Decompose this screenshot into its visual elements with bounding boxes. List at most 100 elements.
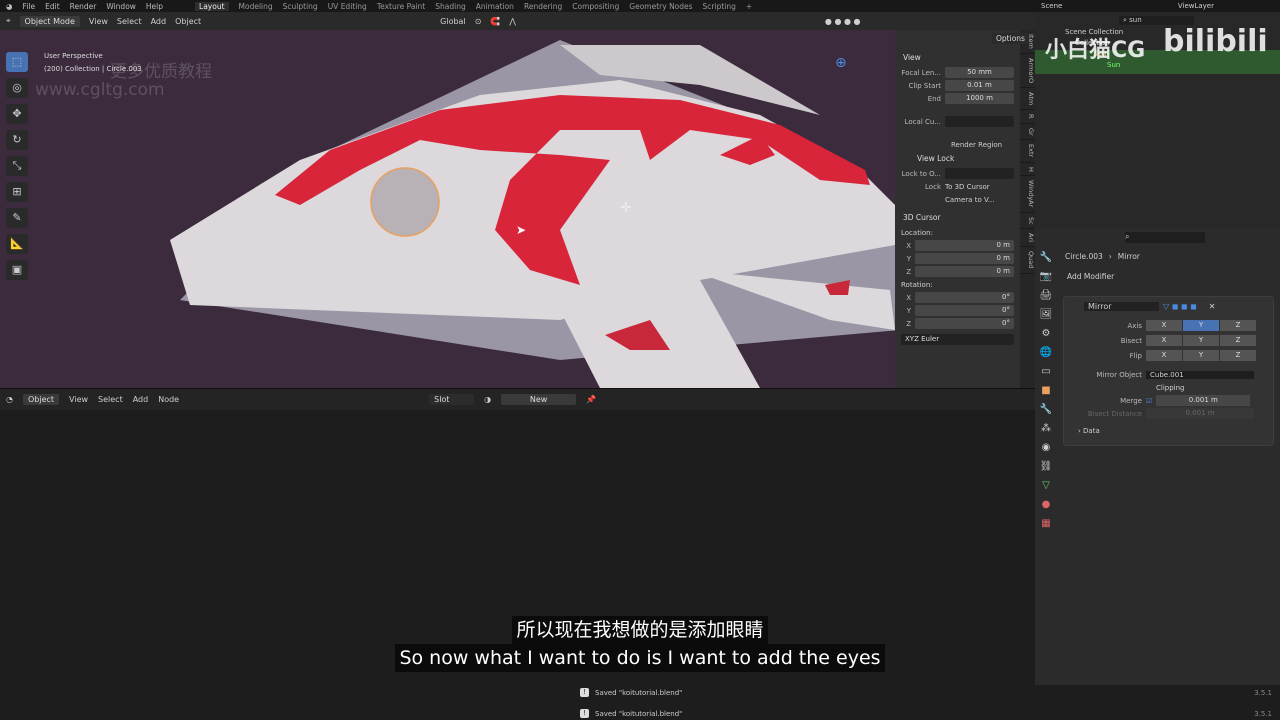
pivot-icon[interactable]: ⊙ <box>475 17 482 26</box>
tab-atm[interactable]: Atm <box>1020 88 1035 111</box>
tab-windyar[interactable]: WindyAr <box>1020 176 1035 213</box>
modifier-tab-icon[interactable]: 🔧 <box>1038 404 1054 419</box>
data-subpanel-header[interactable]: › Data <box>1064 424 1273 437</box>
transform-tool-icon[interactable]: ⊞ <box>6 182 28 202</box>
proportional-icon[interactable]: ⋀ <box>509 17 516 26</box>
loc-x-field[interactable]: 0 m <box>915 240 1014 251</box>
merge-checkbox[interactable]: ☑ <box>1146 397 1152 405</box>
editor-type-icon[interactable]: ⌖ <box>6 16 11 26</box>
modifier-name-field[interactable]: Mirror <box>1084 301 1159 311</box>
local-camera-field[interactable] <box>945 116 1014 127</box>
tab-rendering[interactable]: Rendering <box>524 2 562 11</box>
clip-start-field[interactable]: 0.01 m <box>945 80 1014 91</box>
scale-tool-icon[interactable]: ⤡ <box>6 156 28 176</box>
material-icon[interactable]: ◑ <box>484 395 491 404</box>
scene-selector[interactable]: Scene <box>1041 0 1062 12</box>
3d-cursor-header[interactable]: 3D Cursor <box>895 210 1020 226</box>
lock-to-object-field[interactable] <box>945 168 1014 179</box>
node-menu-add[interactable]: Add <box>133 395 149 404</box>
flip-z-toggle[interactable]: Z <box>1220 350 1256 361</box>
tab-armoro[interactable]: ArmorO <box>1020 54 1035 88</box>
focal-length-field[interactable]: 50 mm <box>945 67 1014 78</box>
properties-search-input[interactable]: ⌕ <box>1125 231 1205 243</box>
texture-tab-icon[interactable]: ▦ <box>1038 518 1054 533</box>
view-layer-tab-icon[interactable]: 🖼 <box>1038 309 1054 324</box>
shading-icons[interactable]: ● ● ● ● <box>825 17 861 26</box>
measure-tool-icon[interactable]: 📐 <box>6 234 28 254</box>
menu-help[interactable]: Help <box>146 2 163 11</box>
rot-x-field[interactable]: 0° <box>915 292 1014 303</box>
bisect-x-toggle[interactable]: X <box>1146 335 1182 346</box>
scene-tab-icon[interactable]: ⚙ <box>1038 328 1054 343</box>
tab-geometry-nodes[interactable]: Geometry Nodes <box>629 2 692 11</box>
navigation-gizmo[interactable]: ⊕ <box>835 55 875 105</box>
tab-h[interactable]: H <box>1020 163 1035 177</box>
node-menu-select[interactable]: Select <box>98 395 123 404</box>
axis-x-toggle[interactable]: X <box>1146 320 1182 331</box>
menu-add[interactable]: Add <box>151 17 167 26</box>
bisect-z-toggle[interactable]: Z <box>1220 335 1256 346</box>
tab-sc[interactable]: Sc <box>1020 213 1035 230</box>
constraints-tab-icon[interactable]: ⛓ <box>1038 461 1054 476</box>
flip-x-toggle[interactable]: X <box>1146 350 1182 361</box>
to-3d-cursor-checkbox[interactable]: To 3D Cursor <box>945 183 990 191</box>
node-menu-node[interactable]: Node <box>158 395 179 404</box>
merge-distance-field[interactable]: 0.001 m <box>1156 395 1251 406</box>
flip-y-toggle[interactable]: Y <box>1183 350 1219 361</box>
collection-tab-icon[interactable]: ▭ <box>1038 366 1054 381</box>
editor-type-icon[interactable]: ◔ <box>6 395 13 404</box>
clipping-checkbox[interactable]: Clipping <box>1064 381 1273 394</box>
clip-end-field[interactable]: 1000 m <box>945 93 1014 104</box>
tab-animation[interactable]: Animation <box>476 2 514 11</box>
add-modifier-dropdown[interactable]: Add Modifier <box>1063 270 1272 284</box>
world-tab-icon[interactable]: 🌐 <box>1038 347 1054 362</box>
options-button[interactable]: Options <box>992 33 1029 44</box>
mirror-object-field[interactable]: Cube.001 <box>1146 370 1254 379</box>
blender-logo-icon[interactable]: ◕ <box>6 2 13 11</box>
axis-z-toggle[interactable]: Z <box>1220 320 1256 331</box>
bisect-y-toggle[interactable]: Y <box>1183 335 1219 346</box>
view-section-header[interactable]: View <box>895 50 1020 66</box>
annotate-tool-icon[interactable]: ✎ <box>6 208 28 228</box>
view-layer-selector[interactable]: ViewLayer <box>1178 0 1214 12</box>
data-tab-icon[interactable]: ▽ <box>1038 480 1054 495</box>
tab-uv-editing[interactable]: UV Editing <box>328 2 367 11</box>
tab-texture-paint[interactable]: Texture Paint <box>377 2 425 11</box>
add-cube-tool-icon[interactable]: ▣ <box>6 260 28 280</box>
object-tab-icon[interactable]: ■ <box>1038 385 1054 400</box>
cursor-tool-icon[interactable]: ◎ <box>6 78 28 98</box>
rot-y-field[interactable]: 0° <box>915 305 1014 316</box>
menu-render[interactable]: Render <box>70 2 97 11</box>
slot-dropdown[interactable]: Slot <box>429 394 475 405</box>
menu-select[interactable]: Select <box>117 17 142 26</box>
tab-ari[interactable]: Ari <box>1020 229 1035 248</box>
axis-y-toggle[interactable]: Y <box>1183 320 1219 331</box>
render-tab-icon[interactable]: 📷 <box>1038 271 1054 286</box>
rotation-mode-dropdown[interactable]: XYZ Euler <box>901 334 1014 345</box>
menu-file[interactable]: File <box>23 2 36 11</box>
tab-shading[interactable]: Shading <box>435 2 465 11</box>
move-tool-icon[interactable]: ✥ <box>6 104 28 124</box>
orientation-dropdown[interactable]: Global <box>440 17 466 26</box>
menu-window[interactable]: Window <box>106 2 136 11</box>
node-mode-dropdown[interactable]: Object <box>22 394 60 405</box>
tab-extr[interactable]: Extr <box>1020 140 1035 163</box>
camera-to-view-checkbox[interactable]: Camera to V... <box>945 196 995 204</box>
tab-sculpting[interactable]: Sculpting <box>283 2 318 11</box>
tab-layout[interactable]: Layout <box>195 1 229 11</box>
particles-tab-icon[interactable]: ⁂ <box>1038 423 1054 438</box>
select-tool-icon[interactable]: ⬚ <box>6 52 28 72</box>
snap-icon[interactable]: 🧲 <box>490 17 500 26</box>
output-tab-icon[interactable]: 🖨 <box>1038 290 1054 305</box>
tab-r[interactable]: R <box>1020 110 1035 124</box>
material-tab-icon[interactable]: ● <box>1038 499 1054 514</box>
tool-tab-icon[interactable]: 🔧 <box>1038 252 1054 267</box>
new-material-button[interactable]: New <box>501 394 577 405</box>
tab-scripting[interactable]: Scripting <box>703 2 736 11</box>
node-menu-view[interactable]: View <box>69 395 88 404</box>
pin-icon[interactable]: 📌 <box>586 395 596 404</box>
tab-gr[interactable]: Gr <box>1020 124 1035 141</box>
loc-y-field[interactable]: 0 m <box>915 253 1014 264</box>
loc-z-field[interactable]: 0 m <box>915 266 1014 277</box>
tab-quad[interactable]: Quad <box>1020 247 1035 274</box>
